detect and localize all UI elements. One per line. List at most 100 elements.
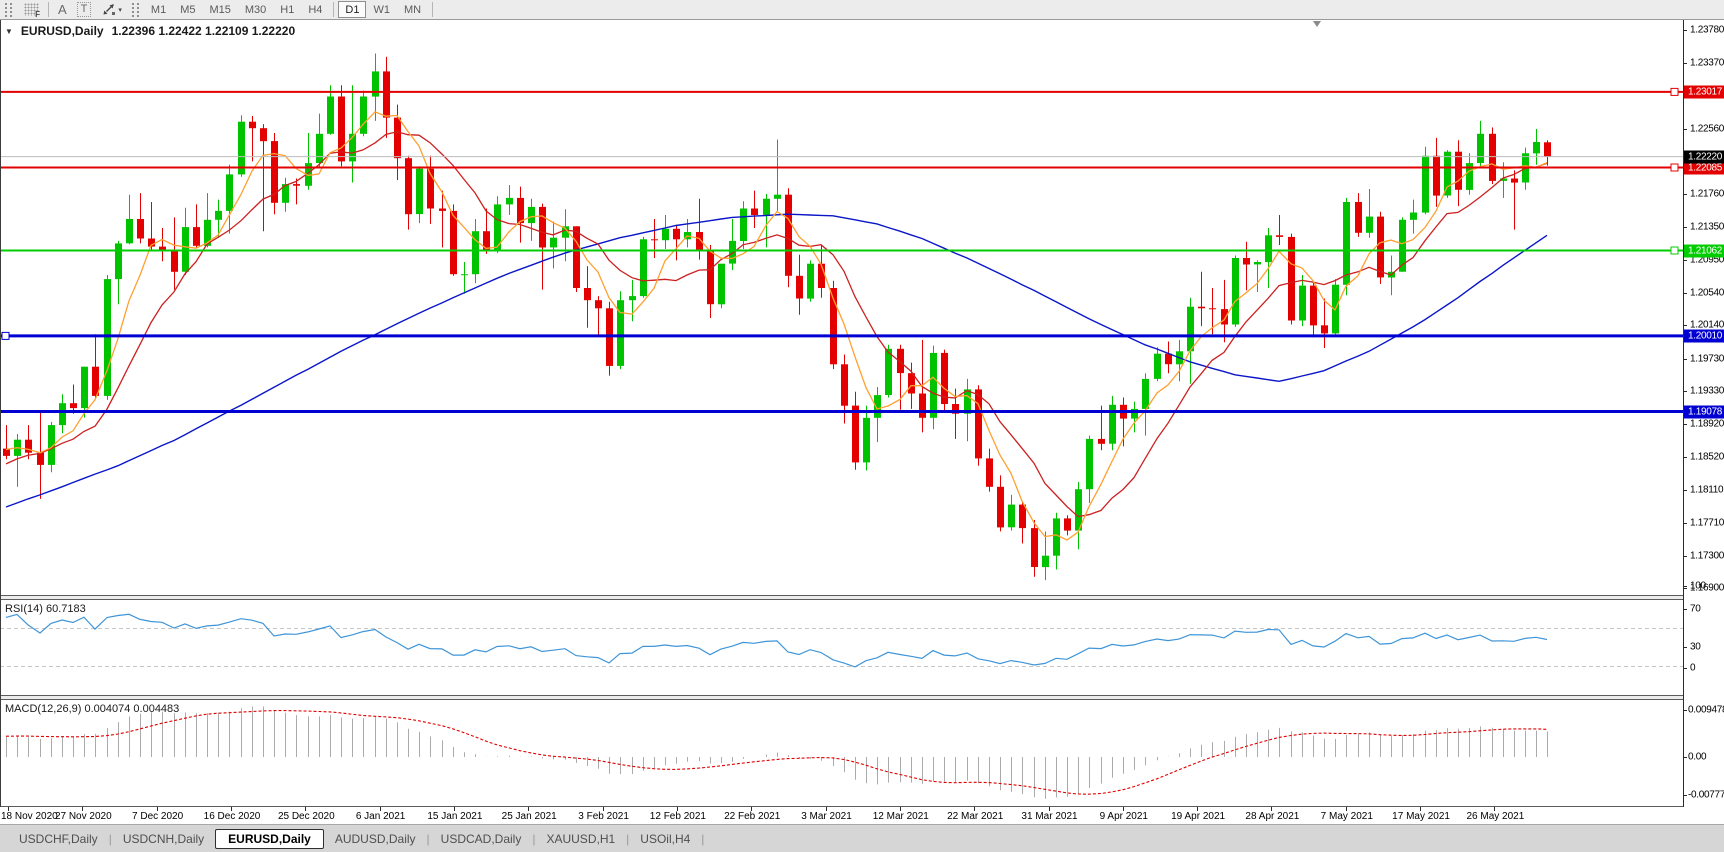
chart-ohlc-values: 1.22396 1.22422 1.22109 1.22220: [111, 24, 296, 38]
timeframe-button-m1[interactable]: M1: [144, 1, 173, 18]
price-tick: [1684, 193, 1687, 195]
price-tick: [1684, 358, 1687, 360]
timeframe-button-h1[interactable]: H1: [273, 1, 301, 18]
price-tick-label: 1.18110: [1690, 484, 1724, 496]
timeframe-button-m30[interactable]: M30: [238, 1, 273, 18]
text-tool-button[interactable]: A: [53, 1, 72, 18]
timeframe-button-h4[interactable]: H4: [301, 1, 329, 18]
date-label: 28 Apr 2021: [1245, 811, 1300, 822]
date-label: 3 Mar 2021: [801, 811, 852, 822]
price-tick: [1684, 129, 1687, 130]
macd-axis-label: -0.00777: [1688, 789, 1724, 801]
timeframe-group: M1 M5 M15 M30 H1 H4 D1 W1 MN: [144, 1, 428, 18]
rsi-axis-label: 100: [1690, 580, 1706, 592]
price-tick-label: 1.17710: [1690, 517, 1724, 528]
chart-tab-eurusd[interactable]: EURUSD,Daily: [215, 828, 324, 849]
price-tick: [1684, 555, 1687, 557]
price-tick: [1684, 292, 1687, 294]
price-tick: [1684, 259, 1687, 261]
chart-tab-usdcnh[interactable]: USDCNH,Daily: [112, 829, 215, 849]
price-tick-label: 1.18520: [1690, 451, 1724, 463]
rsi-axis-tick: [1684, 646, 1687, 648]
chart-tab-usdcad[interactable]: USDCAD,Daily: [430, 829, 533, 849]
toolbar-divider: [432, 2, 434, 17]
price-tick: [1684, 490, 1687, 491]
pointer-tools-button[interactable]: ▾: [96, 1, 127, 18]
date-label: 19 Apr 2021: [1171, 811, 1226, 822]
chart-tab-audusd[interactable]: AUDUSD,Daily: [324, 829, 427, 849]
price-tick-label: 1.21350: [1690, 221, 1724, 233]
macd-axis-tick: [1684, 795, 1687, 796]
chart-left-frame: [0, 20, 1, 807]
chart-menu-arrow-icon[interactable]: ▼: [5, 27, 13, 36]
date-label: 17 May 2021: [1392, 811, 1450, 822]
chart-tab-usdchf[interactable]: USDCHF,Daily: [8, 829, 109, 849]
diagonal-arrows-icon: [103, 4, 116, 15]
price-tick: [1684, 325, 1687, 327]
date-label: 27 Nov 2020: [54, 811, 112, 822]
chart-tab-bar: USDCHF,Daily | USDCNH,Daily EURUSD,Daily AUD…: [0, 824, 1724, 852]
date-label: 7 Dec 2020: [132, 811, 184, 822]
price-tick: [1684, 30, 1687, 31]
chart-tab-xauusd[interactable]: XAUUSD,H1: [535, 829, 626, 849]
price-axis[interactable]: 1.237801.233701.229701.225601.221601.217…: [1683, 20, 1724, 807]
chart-tab-usoil[interactable]: USOil,H4: [629, 829, 701, 849]
toolbar-grip[interactable]: [131, 2, 139, 17]
textbox-tool-button[interactable]: T: [72, 1, 97, 18]
date-label: 25 Jan 2021: [501, 811, 557, 822]
date-label: 15 Jan 2021: [427, 811, 483, 822]
date-label: 22 Mar 2021: [947, 811, 1004, 822]
current-price-label: 1.22220: [1684, 150, 1724, 164]
macd-axis-tick: [1684, 710, 1687, 711]
date-label: 3 Feb 2021: [578, 811, 629, 822]
rsi-indicator-label: RSI(14) 60.7183: [5, 603, 86, 615]
price-tick-label: 1.21760: [1690, 188, 1724, 200]
price-line-label: 1.19078: [1684, 405, 1724, 418]
price-tick-label: 1.23780: [1690, 24, 1724, 36]
price-tick-label: 1.19730: [1690, 353, 1724, 365]
timeframe-button-d1[interactable]: D1: [338, 1, 367, 18]
toolbar: F A T ▾ M1 M5 M15 M30 H1 H4 D1 W1 MN: [0, 0, 1724, 20]
price-line-label: 1.20010: [1684, 329, 1724, 343]
date-label: 16 Dec 2020: [203, 811, 261, 822]
price-line-label: 1.23017: [1684, 85, 1724, 99]
rsi-axis-tick: [1684, 586, 1687, 587]
date-axis[interactable]: 18 Nov 2020 27 Nov 2020 7 Dec 2020 16 Dec 2…: [0, 807, 1684, 824]
price-tick-label: 1.17300: [1690, 550, 1724, 562]
rsi-axis-tick: [1684, 608, 1687, 610]
macd-chart[interactable]: [0, 700, 1684, 806]
price-tick-label: 1.20540: [1690, 287, 1724, 299]
timeframe-button-mn[interactable]: MN: [397, 1, 428, 18]
chart-window-icon[interactable]: F: [17, 1, 44, 19]
date-label: 12 Mar 2021: [872, 811, 929, 822]
price-tick-label: 1.18920: [1690, 418, 1724, 430]
price-tick-label: 1.19330: [1690, 385, 1724, 397]
price-tick: [1684, 522, 1687, 524]
chart-title: ▼ EURUSD,Daily 1.22396 1.22422 1.22109 1…: [5, 24, 295, 38]
price-tick: [1684, 424, 1687, 426]
dropdown-arrow-icon: ▾: [118, 6, 122, 14]
date-label: 25 Dec 2020: [277, 811, 335, 822]
date-label: 31 Mar 2021: [1021, 811, 1078, 822]
chart-symbol: EURUSD,Daily: [20, 24, 104, 38]
toolbar-grip[interactable]: [5, 2, 12, 17]
date-label: 22 Feb 2021: [724, 811, 781, 822]
rsi-axis-label: 30: [1690, 641, 1701, 652]
price-tick: [1684, 63, 1687, 65]
rsi-panel[interactable]: [0, 600, 1684, 695]
metatrader-window: F A T ▾ M1 M5 M15 M30 H1 H4 D1 W1 MN ▼ EURUSD,Da…: [0, 0, 1724, 852]
rsi-chart[interactable]: [0, 600, 1684, 695]
timeframe-button-m5[interactable]: M5: [173, 1, 202, 18]
macd-indicator-label: MACD(12,26,9) 0.004074 0.004483: [5, 703, 180, 715]
date-label: 6 Jan 2021: [355, 811, 406, 822]
candlestick-chart[interactable]: [0, 20, 1684, 595]
timeframe-button-w1[interactable]: W1: [366, 1, 397, 18]
date-label: 26 May 2021: [1466, 811, 1525, 822]
date-label: 12 Feb 2021: [649, 811, 706, 822]
toolbar-divider: [333, 2, 335, 17]
date-label: 7 May 2021: [1320, 811, 1373, 822]
macd-panel[interactable]: [0, 700, 1684, 806]
price-tick: [1684, 456, 1687, 458]
main-chart-panel[interactable]: [0, 20, 1684, 595]
timeframe-button-m15[interactable]: M15: [202, 1, 237, 18]
